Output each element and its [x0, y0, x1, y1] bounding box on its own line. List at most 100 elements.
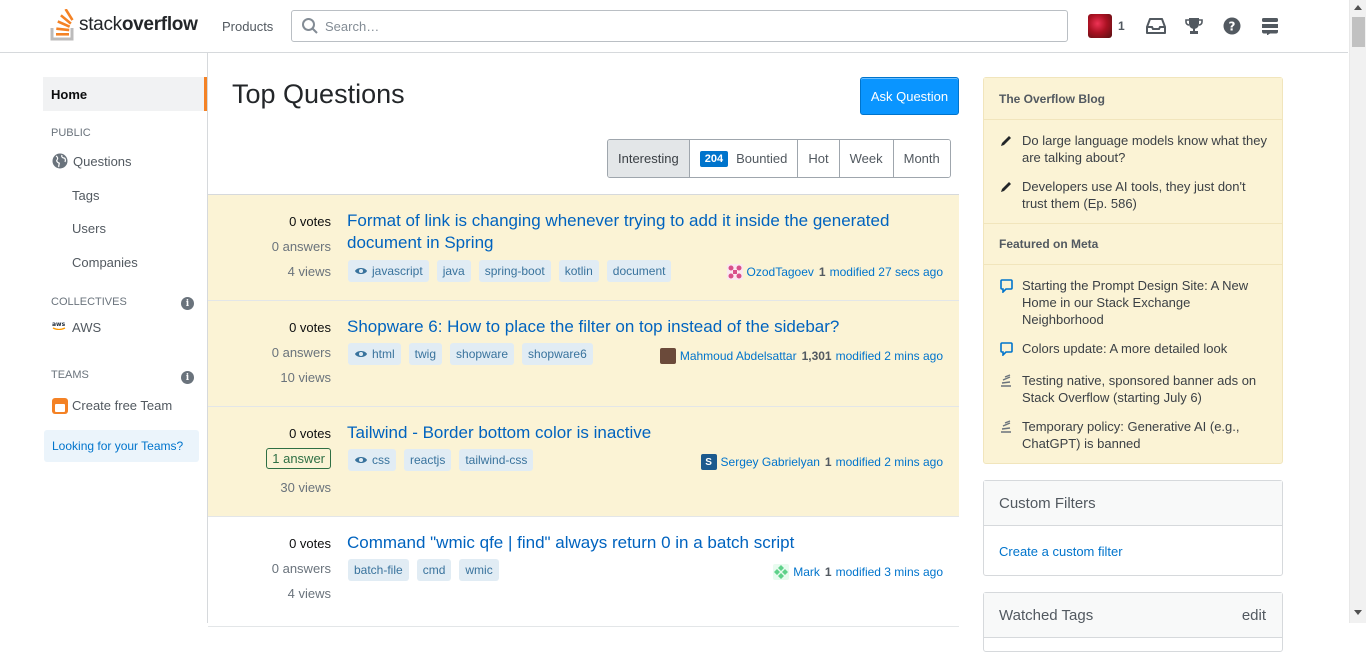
user-name-link[interactable]: Sergey Gabrielyan	[721, 455, 820, 469]
create-custom-filter-link[interactable]: Create a custom filter	[984, 526, 1282, 576]
question-title-link[interactable]: Shopware 6: How to place the filter on t…	[347, 316, 927, 338]
looking-for-teams-link[interactable]: Looking for your Teams?	[44, 430, 199, 462]
tag-twig[interactable]: twig	[408, 343, 443, 365]
user-reputation: 1	[818, 265, 826, 279]
user-profile-link[interactable]: 1	[1082, 10, 1137, 42]
collectives-info-icon[interactable]: i	[181, 297, 194, 310]
tag-javascript[interactable]: javascript	[348, 260, 429, 282]
tag-html[interactable]: html	[348, 343, 401, 365]
tag-shopware[interactable]: shopware	[450, 343, 515, 365]
main-content: Top Questions Ask Question Interesting 2…	[208, 53, 959, 627]
view-count: 10 views	[280, 370, 331, 385]
blog-item-text: Do large language models know what they …	[1022, 133, 1267, 165]
logo-text-bold: overflow	[121, 14, 198, 35]
tag-document[interactable]: document	[606, 260, 672, 282]
meta-item-text: Testing native, sponsored banner ads on …	[1022, 373, 1257, 405]
tag-spring-boot[interactable]: spring-boot	[478, 260, 551, 282]
user-name-link[interactable]: Mahmoud Abdelsattar	[680, 349, 797, 363]
user-avatar[interactable]: S	[700, 454, 717, 470]
watched-tags-heading: Watched Tags edit	[984, 593, 1282, 638]
question-owner: Mark 1 modified 3 mins ago	[773, 564, 943, 580]
blog-item-text: Developers use AI tools, they just don't…	[1022, 179, 1246, 211]
site-switcher-button[interactable]	[1251, 10, 1289, 42]
user-name-link[interactable]: Mark	[793, 565, 820, 579]
meta-item[interactable]: Starting the Prompt Design Site: A New H…	[1000, 277, 1270, 328]
question-title-link[interactable]: Format of link is changing whenever tryi…	[347, 210, 927, 254]
tag-shopware6[interactable]: shopware6	[522, 343, 593, 365]
tag-css[interactable]: css	[348, 449, 396, 471]
search-input[interactable]	[325, 12, 1067, 40]
tab-hot[interactable]: Hot	[797, 140, 839, 177]
nav-questions[interactable]: Questions	[73, 154, 132, 169]
scroll-up-arrow-icon[interactable]	[1354, 5, 1362, 10]
nav-create-team[interactable]: Create free Team	[72, 398, 172, 413]
blog-item[interactable]: Do large language models know what they …	[1000, 132, 1270, 166]
tag-tailwind-css[interactable]: tailwind-css	[459, 449, 534, 471]
question-title-link[interactable]: Tailwind - Border bottom color is inacti…	[347, 422, 927, 444]
nav-section-collectives: COLLECTIVES	[51, 296, 127, 308]
stack-exchange-icon	[1001, 374, 1011, 387]
tab-label: Month	[903, 151, 940, 166]
meta-item[interactable]: Testing native, sponsored banner ads on …	[1000, 372, 1270, 406]
scroll-thumb[interactable]	[1352, 17, 1365, 47]
edit-watched-tags-link[interactable]: edit	[1242, 607, 1266, 624]
meta-item-text: Colors update: A more detailed look	[1022, 341, 1228, 356]
blog-heading: The Overflow Blog	[984, 78, 1282, 120]
modified-time-link[interactable]: modified 2 mins ago	[836, 349, 943, 363]
user-avatar[interactable]	[659, 348, 676, 364]
tab-bountied[interactable]: 204 Bountied	[688, 140, 798, 177]
user-reputation: 1	[824, 565, 832, 579]
nav-aws[interactable]: AWS	[72, 320, 101, 335]
help-button[interactable]: ?	[1213, 10, 1251, 42]
tag-wmic[interactable]: wmic	[459, 559, 499, 581]
question-owner: OzodTagoev 1 modified 27 secs ago	[726, 264, 943, 280]
tag-label: twig	[414, 347, 437, 361]
meta-item[interactable]: Temporary policy: Generative AI (e.g., C…	[1000, 418, 1270, 452]
user-avatar[interactable]	[773, 564, 790, 580]
blog-item[interactable]: Developers use AI tools, they just don't…	[1000, 178, 1270, 212]
scroll-down-arrow-icon[interactable]	[1354, 610, 1362, 615]
watched-tag-eye-icon	[355, 351, 367, 357]
custom-filters-title: Custom Filters	[999, 494, 1096, 512]
products-menu[interactable]: Products	[212, 10, 283, 42]
modified-time-link[interactable]: modified 3 mins ago	[836, 565, 943, 579]
tab-month[interactable]: Month	[892, 140, 950, 177]
modified-time-link[interactable]: modified 27 secs ago	[830, 265, 943, 279]
tag-label: shopware	[456, 347, 509, 361]
nav-users[interactable]: Users	[72, 221, 106, 236]
meta-item[interactable]: Colors update: A more detailed look	[1000, 340, 1270, 360]
tag-label: css	[372, 453, 390, 467]
tag-label: html	[372, 347, 395, 361]
question-title-link[interactable]: Command "wmic qfe | find" always return …	[347, 532, 927, 554]
inbox-button[interactable]	[1137, 10, 1175, 42]
nav-home[interactable]: Home	[43, 77, 207, 111]
user-reputation: 1	[824, 455, 832, 469]
modified-time-link[interactable]: modified 2 mins ago	[836, 455, 943, 469]
stackoverflow-logo[interactable]: stackoverflow	[50, 8, 198, 42]
watched-tags-panel: Watched Tags edit	[983, 592, 1283, 652]
tag-cmd[interactable]: cmd	[416, 559, 452, 581]
search-bar[interactable]	[291, 10, 1068, 42]
svg-text:aws: aws	[52, 321, 66, 328]
tab-interesting[interactable]: Interesting	[608, 140, 689, 177]
tag-batch-file[interactable]: batch-file	[348, 559, 409, 581]
tag-reactjs[interactable]: reactjs	[404, 449, 452, 471]
tag-label: batch-file	[354, 563, 403, 577]
achievements-button[interactable]	[1175, 10, 1213, 42]
nav-companies[interactable]: Companies	[72, 255, 138, 270]
view-count: 4 views	[287, 586, 331, 601]
view-count: 30 views	[280, 480, 331, 495]
nav-tags[interactable]: Tags	[72, 188, 99, 203]
tag-java[interactable]: java	[436, 260, 471, 282]
ask-question-button[interactable]: Ask Question	[860, 77, 959, 115]
question-filter-tabs: Interesting 204 Bountied Hot Week Month	[607, 139, 951, 178]
user-avatar[interactable]	[726, 264, 743, 280]
teams-info-icon[interactable]: i	[181, 371, 194, 384]
user-name-link[interactable]: OzodTagoev	[747, 265, 814, 279]
question-owner: S Sergey Gabrielyan 1 modified 2 mins ag…	[700, 454, 943, 470]
tag-kotlin[interactable]: kotlin	[558, 260, 599, 282]
page-scrollbar[interactable]	[1349, 0, 1366, 623]
tag-label: document	[612, 264, 666, 278]
tab-label: Interesting	[618, 151, 679, 166]
tab-week[interactable]: Week	[838, 140, 893, 177]
